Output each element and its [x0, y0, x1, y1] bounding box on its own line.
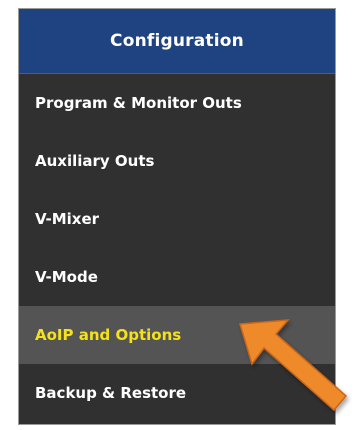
menu-item-auxiliary-outs[interactable]: Auxiliary Outs	[19, 132, 335, 190]
menu-header-configuration: Configuration	[19, 9, 335, 74]
menu-item-v-mixer[interactable]: V-Mixer	[19, 190, 335, 248]
menu-item-v-mode[interactable]: V-Mode	[19, 248, 335, 306]
menu-item-backup-restore[interactable]: Backup & Restore	[19, 364, 335, 422]
menu-item-program-monitor-outs[interactable]: Program & Monitor Outs	[19, 74, 335, 132]
menu-item-aoip-and-options[interactable]: AoIP and Options	[19, 306, 335, 364]
configuration-menu: Configuration Program & Monitor Outs Aux…	[18, 8, 336, 425]
